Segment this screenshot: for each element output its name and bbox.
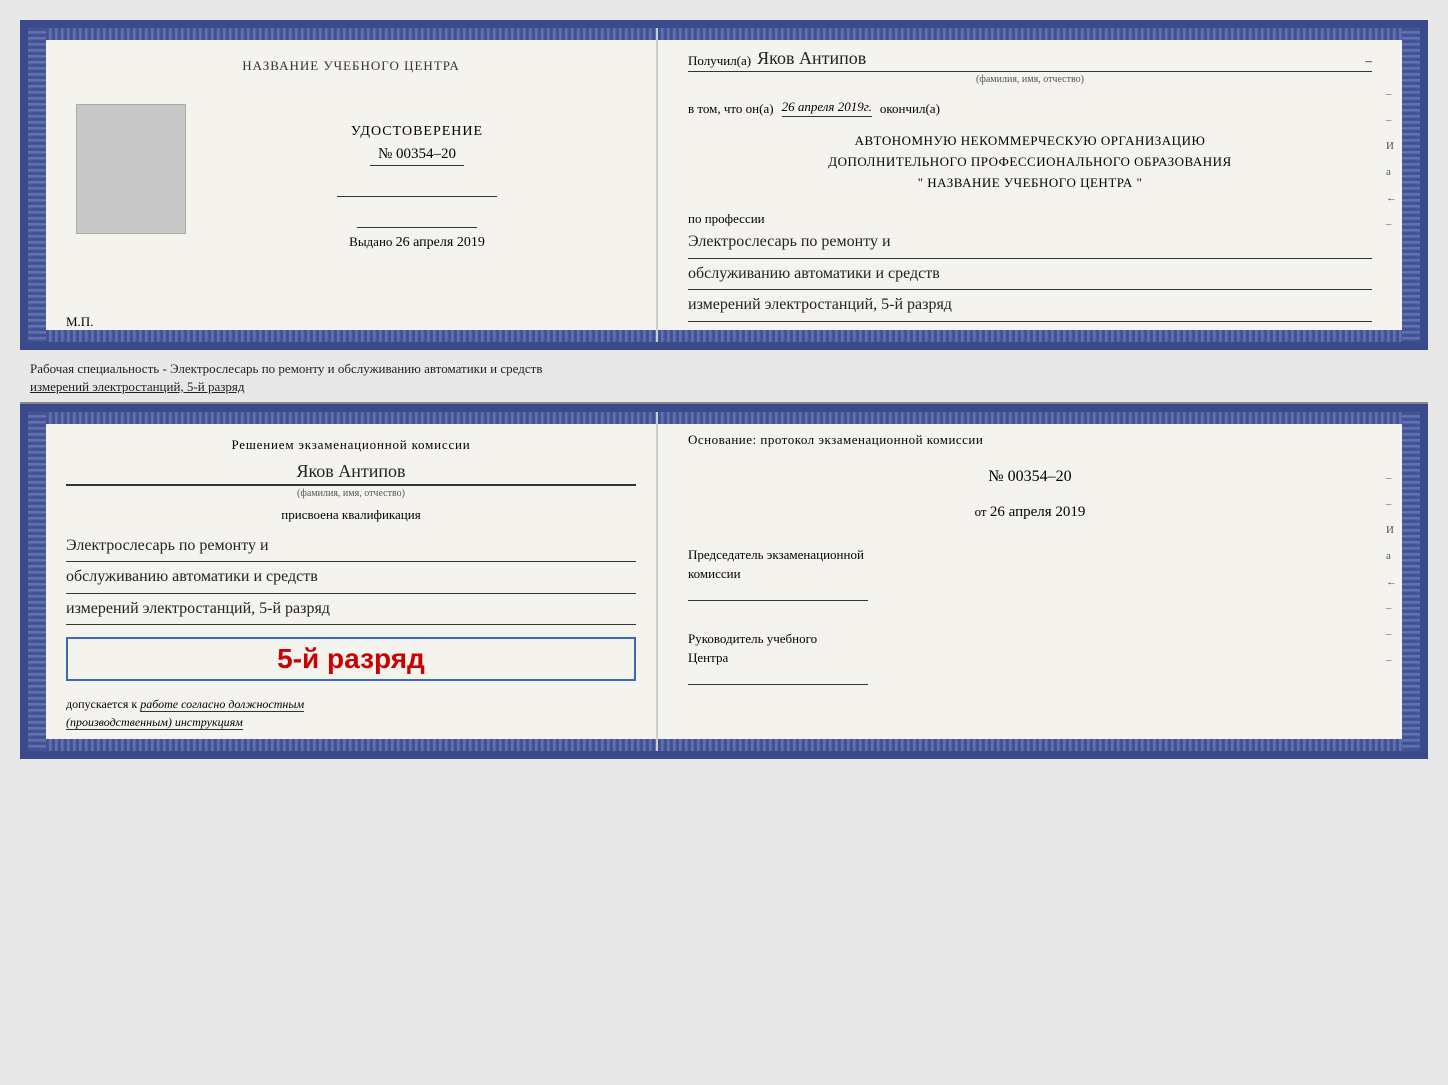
vydano-date-inner: 26 апреля 2019 [396,235,485,250]
middle-text-strip: Рабочая специальность - Электрослесарь п… [20,354,1428,404]
middle-line1: Рабочая специальность - Электрослесарь п… [30,360,1418,378]
org-line1: АВТОНОМНУЮ НЕКОММЕРЧЕСКУЮ ОРГАНИЗАЦИЮ [688,131,1372,152]
fio-subtitle: (фамилия, имя, отчество) [688,74,1372,85]
bottom-strip-bottom-right [658,739,1402,751]
spine-right-top [1402,28,1420,342]
spine-left [28,28,46,342]
top-strip-bottom-left [46,412,656,424]
head-sig-line [688,684,868,685]
top-document: НАЗВАНИЕ УЧЕБНОГО ЦЕНТРА УДОСТОВЕРЕНИЕ №… [20,20,1428,350]
prof-line2: обслуживанию автоматики и средств [688,259,1372,290]
chairman-sig-line [688,600,868,601]
protocol-date-value: 26 апреля 2019 [990,504,1086,520]
razryad-box: 5-й разряд [66,637,636,681]
bottom-strip-bottom-left [46,739,656,751]
prof-line1: Электрослесарь по ремонту и [688,227,1372,258]
vtom-date: 26 апреля 2019г. [782,99,872,117]
mp-line: М.П. [66,314,93,330]
head-block: Руководитель учебного Центра [688,629,1372,685]
prisvoena-line: присвоена квалификация [66,507,636,523]
qual-line1: Электрослесарь по ремонту и [66,531,636,562]
top-left-page: НАЗВАНИЕ УЧЕБНОГО ЦЕНТРА УДОСТОВЕРЕНИЕ №… [46,28,658,342]
poluchil-label: Получил(а) [688,53,751,69]
razryad-big: 5-й разряд [80,643,622,675]
qual-line2: обслуживанию автоматики и средств [66,562,636,593]
dopusk-text: работе согласно должностным [140,697,304,712]
profession-block: по профессии Электрослесарь по ремонту и… [688,207,1372,321]
chairman-block: Председатель экзаменационной комиссии [688,545,1372,601]
okonchil-label: окончил(а) [880,101,940,117]
recipient-block: Получил(а) Яков Антипов – (фамилия, имя,… [688,48,1372,85]
resolution-name: Яков Антипов [66,461,636,485]
dopuskaetsya-block: допускается к работе согласно должностны… [66,695,636,731]
head-label: Руководитель учебного [688,629,1372,649]
top-strip-bottom-right [658,412,1402,424]
ot-label: от [975,504,987,519]
photo-placeholder [76,104,186,234]
chairman-label: Председатель экзаменационной [688,545,1372,565]
protocol-date: от 26 апреля 2019 [688,504,1372,521]
bottom-left-page: Решением экзаменационной комиссии Яков А… [46,412,658,751]
resolution-title: Решением экзаменационной комиссии [66,437,636,453]
dopusk-text2: (производственным) инструкциям [66,715,243,730]
prof-line3: измерений электростанций, 5-й разряд [688,290,1372,321]
top-strip-right [658,28,1402,40]
profession-text: Электрослесарь по ремонту и обслуживанию… [688,227,1372,321]
udostoverenie-number: № 00354–20 [370,144,464,166]
po-professii: по профессии [688,211,1372,227]
udostoverenie-block: УДОСТОВЕРЕНИЕ № 00354–20 [198,124,636,166]
page-wrapper: НАЗВАНИЕ УЧЕБНОГО ЦЕНТРА УДОСТОВЕРЕНИЕ №… [20,20,1428,759]
spine-right-bottom [1402,412,1420,751]
middle-line2: измерений электростанций, 5-й разряд [30,378,1418,396]
vtom-label: в том, что он(а) [688,101,774,117]
signature-line-left [337,196,497,197]
protocol-number: № 00354–20 [688,468,1372,486]
udostoverenie-label: УДОСТОВЕРЕНИЕ [198,124,636,140]
resolution-name-block: Яков Антипов (фамилия, имя, отчество) [66,461,636,499]
bottom-strip-right-top [658,330,1402,342]
center-title-top-left: НАЗВАНИЕ УЧЕБНОГО ЦЕНТРА [242,58,459,74]
top-right-page: Получил(а) Яков Антипов – (фамилия, имя,… [658,28,1402,342]
right-side-marks-bottom: – – И а ← – – – [1386,472,1397,666]
vydano-line: Выдано 26 апреля 2019 [198,234,636,251]
qual-text-bottom: Электрослесарь по ремонту и обслуживанию… [66,531,636,625]
vtom-block: в том, что он(а) 26 апреля 2019г. окончи… [688,99,1372,117]
bottom-strip-left [46,330,656,342]
dopusk-label: допускается к [66,697,137,711]
org-name: " НАЗВАНИЕ УЧЕБНОГО ЦЕНТРА " [688,173,1372,194]
right-side-marks-top: – – И а ← – [1386,88,1397,230]
fio-label-bottom: (фамилия, имя, отчество) [66,485,636,499]
head-label2: Центра [688,648,1372,668]
chairman-label2: комиссии [688,564,1372,584]
recipient-name: Яков Антипов [757,48,1359,69]
org-line2: ДОПОЛНИТЕЛЬНОГО ПРОФЕССИОНАЛЬНОГО ОБРАЗО… [688,152,1372,173]
spine-left-bottom [28,412,46,751]
vydano-label-inner: Выдано [349,234,396,249]
top-strip-left [46,28,656,40]
osnovanie-text: Основание: протокол экзаменационной коми… [688,432,1372,448]
bottom-right-page: Основание: протокол экзаменационной коми… [658,412,1402,751]
bottom-document: Решением экзаменационной комиссии Яков А… [20,404,1428,759]
org-block: АВТОНОМНУЮ НЕКОММЕРЧЕСКУЮ ОРГАНИЗАЦИЮ ДО… [688,131,1372,193]
qual-line3: измерений электростанций, 5-й разряд [66,594,636,625]
